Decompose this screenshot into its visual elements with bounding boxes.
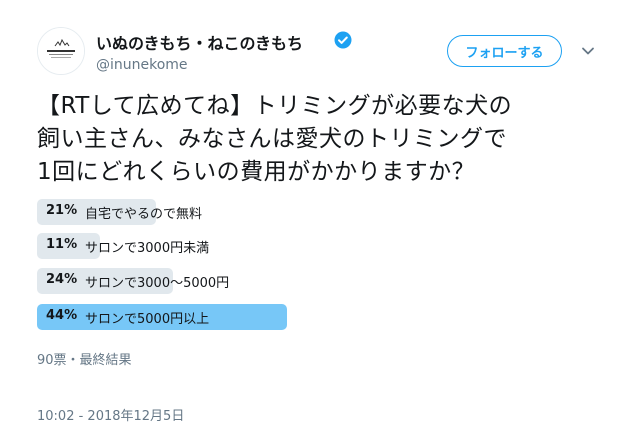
author-handle[interactable]: @inunekome bbox=[96, 57, 188, 73]
brand-logo-icon bbox=[38, 28, 84, 74]
tweet-text-line: 1回にどれくらいの費用がかかりますか？ bbox=[37, 159, 476, 185]
poll-option: 24% サロンで3000～5000円 bbox=[37, 268, 287, 294]
poll-percent: 11% bbox=[46, 237, 78, 252]
poll-label: 自宅でやるので無料 bbox=[85, 207, 203, 222]
poll-vote-count: 90票・最終結果 bbox=[37, 353, 132, 368]
poll-percent: 44% bbox=[46, 308, 78, 323]
tweet-text: 【RTして広めてね】トリミングが必要な犬の 飼い主さん、みなさんは愛犬のトリミン… bbox=[37, 90, 607, 189]
poll-label: サロンで3000円未満 bbox=[85, 241, 210, 256]
poll-option: 21% 自宅でやるので無料 bbox=[37, 199, 287, 225]
poll-label: サロンで5000円以上 bbox=[85, 312, 210, 327]
tweet-text-line: 【RTして広めてね】トリミングが必要な犬の bbox=[37, 93, 513, 119]
poll-option: 44% サロンで5000円以上 bbox=[37, 304, 287, 330]
tweet-text-line: 飼い主さん、みなさんは愛犬のトリミングで bbox=[37, 126, 507, 152]
verified-badge-icon bbox=[334, 31, 352, 49]
poll-option: 11% サロンで3000円未満 bbox=[37, 233, 287, 259]
author-display-name[interactable]: いぬのきもち・ねこのきもち bbox=[96, 30, 303, 54]
tweet-timestamp[interactable]: 10:02 - 2018年12月5日 bbox=[37, 405, 184, 424]
poll-percent: 24% bbox=[46, 272, 78, 287]
follow-button[interactable]: フォローする bbox=[447, 35, 562, 67]
chevron-down-icon[interactable] bbox=[580, 43, 596, 59]
poll-percent: 21% bbox=[46, 203, 78, 218]
avatar[interactable] bbox=[37, 27, 85, 75]
poll-label: サロンで3000～5000円 bbox=[85, 276, 230, 291]
